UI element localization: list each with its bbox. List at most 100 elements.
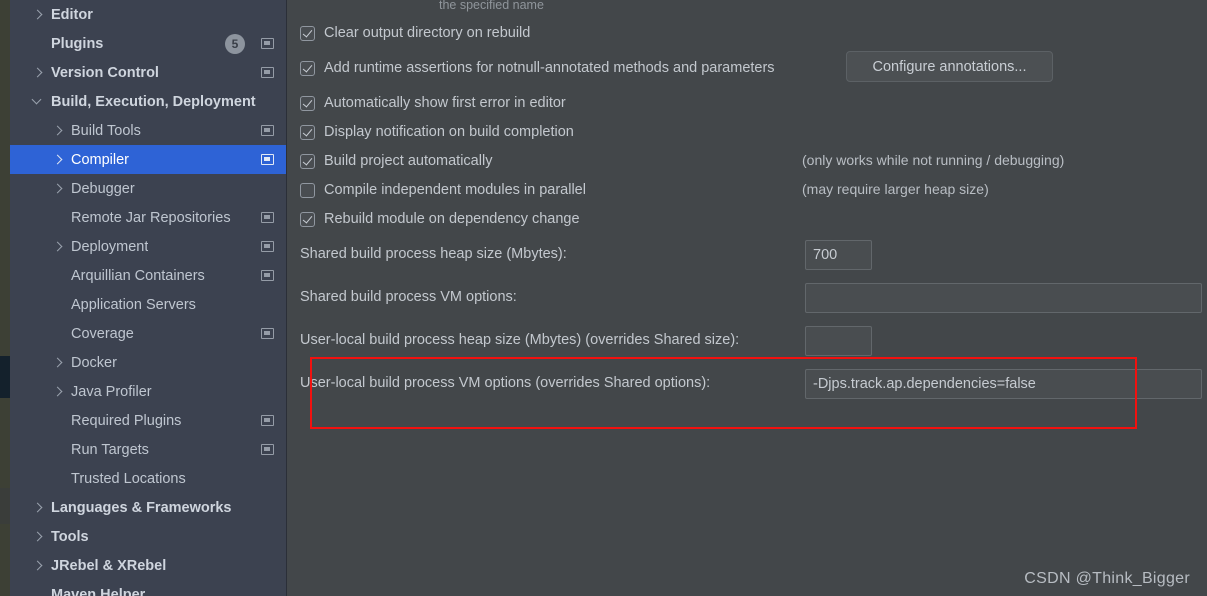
sidebar-item-jrebel-xrebel[interactable]: JRebel & XRebel bbox=[10, 551, 286, 580]
sidebar-item-label: Compiler bbox=[71, 151, 130, 168]
sidebar-item-label: Arquillian Containers bbox=[71, 267, 205, 284]
sidebar-item-label: Required Plugins bbox=[71, 412, 182, 429]
settings-sidebar-tree[interactable]: Editor Plugins 5 Version Control Build, Exec… bbox=[10, 0, 287, 596]
checkbox-checked-icon[interactable] bbox=[300, 211, 315, 227]
chevron-right-icon[interactable] bbox=[52, 124, 65, 137]
checkbox-checked-icon[interactable] bbox=[300, 25, 315, 41]
chevron-right-icon[interactable] bbox=[32, 66, 45, 79]
sidebar-item-label: Maven Helper bbox=[51, 586, 146, 596]
chevron-right-icon[interactable] bbox=[52, 385, 65, 398]
project-scope-icon bbox=[261, 444, 274, 455]
project-scope-icon bbox=[261, 212, 274, 223]
checkbox-unchecked-icon[interactable] bbox=[300, 182, 315, 198]
chevron-right-icon[interactable] bbox=[32, 559, 45, 572]
checkbox-checked-icon[interactable] bbox=[300, 124, 315, 140]
chevron-right-icon[interactable] bbox=[32, 8, 45, 21]
sidebar-item-label: Trusted Locations bbox=[71, 470, 186, 487]
sidebar-item-label: Editor bbox=[51, 6, 93, 23]
field-label: User-local build process VM options (ove… bbox=[300, 375, 711, 391]
checkbox-label: Build project automatically bbox=[324, 153, 493, 169]
edge-segment bbox=[0, 488, 10, 524]
sidebar-item-label: Build, Execution, Deployment bbox=[51, 93, 256, 110]
checkbox-label: Compile independent modules in parallel bbox=[324, 182, 586, 198]
field-label: Shared build process VM options: bbox=[300, 289, 517, 305]
editor-edge-strip bbox=[0, 0, 10, 596]
checkbox-checked-icon[interactable] bbox=[300, 60, 315, 76]
edge-segment bbox=[0, 356, 10, 398]
sidebar-item-label: Tools bbox=[51, 528, 89, 545]
configure-annotations-button[interactable]: Configure annotations... bbox=[846, 51, 1053, 82]
sidebar-item-tools[interactable]: Tools bbox=[10, 522, 286, 551]
project-scope-icon bbox=[261, 241, 274, 252]
sidebar-item-languages-frameworks[interactable]: Languages & Frameworks bbox=[10, 493, 286, 522]
checkbox-row[interactable]: Compile independent modules in parallel bbox=[300, 180, 586, 200]
sidebar-item-required-plugins[interactable]: Required Plugins bbox=[10, 406, 286, 435]
sidebar-item-deployment[interactable]: Deployment bbox=[10, 232, 286, 261]
project-scope-icon bbox=[261, 328, 274, 339]
sidebar-item-label: Application Servers bbox=[71, 296, 196, 313]
checkbox-label: Rebuild module on dependency change bbox=[324, 211, 580, 227]
checkbox-checked-icon[interactable] bbox=[300, 153, 315, 169]
checkbox-label: Automatically show first error in editor bbox=[324, 95, 566, 111]
field-label: Shared build process heap size (Mbytes): bbox=[300, 246, 567, 262]
project-scope-icon bbox=[261, 415, 274, 426]
truncated-hint-text: the specified name bbox=[439, 0, 544, 12]
sidebar-item-docker[interactable]: Docker bbox=[10, 348, 286, 377]
sidebar-item-label: Docker bbox=[71, 354, 117, 371]
sidebar-item-editor[interactable]: Editor bbox=[10, 0, 286, 29]
project-scope-icon bbox=[261, 125, 274, 136]
chevron-right-icon[interactable] bbox=[52, 182, 65, 195]
sidebar-item-version-control[interactable]: Version Control bbox=[10, 58, 286, 87]
checkbox-row[interactable]: Rebuild module on dependency change bbox=[300, 209, 580, 229]
checkbox-label: Display notification on build completion bbox=[324, 124, 574, 140]
edge-segment bbox=[0, 398, 10, 488]
watermark-text: CSDN @Think_Bigger bbox=[1024, 570, 1190, 587]
text-input[interactable] bbox=[805, 326, 872, 356]
chevron-right-icon[interactable] bbox=[32, 530, 45, 543]
checkbox-row[interactable]: Display notification on build completion bbox=[300, 122, 574, 142]
checkbox-row[interactable]: Add runtime assertions for notnull-annot… bbox=[300, 58, 775, 78]
hint-note: (may require larger heap size) bbox=[802, 181, 989, 197]
sidebar-item-build-tools[interactable]: Build Tools bbox=[10, 116, 286, 145]
edge-segment bbox=[0, 524, 10, 596]
sidebar-item-build-execution-deployment[interactable]: Build, Execution, Deployment bbox=[10, 87, 286, 116]
sidebar-item-compiler[interactable]: Compiler bbox=[10, 145, 286, 174]
sidebar-item-label: Build Tools bbox=[71, 122, 141, 139]
chevron-right-icon[interactable] bbox=[52, 356, 65, 369]
sidebar-item-arquillian-containers[interactable]: Arquillian Containers bbox=[10, 261, 286, 290]
checkbox-row[interactable]: Clear output directory on rebuild bbox=[300, 23, 530, 43]
plugins-update-badge: 5 bbox=[225, 33, 245, 54]
sidebar-item-label: Remote Jar Repositories bbox=[71, 209, 231, 226]
compiler-settings-panel: the specified name Clear output director… bbox=[288, 0, 1207, 596]
sidebar-item-remote-jar-repositories[interactable]: Remote Jar Repositories bbox=[10, 203, 286, 232]
sidebar-item-coverage[interactable]: Coverage bbox=[10, 319, 286, 348]
sidebar-item-label: Debugger bbox=[71, 180, 135, 197]
sidebar-item-label: Coverage bbox=[71, 325, 134, 342]
text-input[interactable] bbox=[805, 283, 1202, 313]
chevron-right-icon[interactable] bbox=[32, 501, 45, 514]
sidebar-item-run-targets[interactable]: Run Targets bbox=[10, 435, 286, 464]
sidebar-item-trusted-locations[interactable]: Trusted Locations bbox=[10, 464, 286, 493]
sidebar-item-plugins[interactable]: Plugins 5 bbox=[10, 29, 286, 58]
checkbox-row[interactable]: Build project automatically bbox=[300, 151, 492, 171]
chevron-right-icon[interactable] bbox=[52, 240, 65, 253]
text-input[interactable]: -Djps.track.ap.dependencies=false bbox=[805, 369, 1202, 399]
sidebar-item-java-profiler[interactable]: Java Profiler bbox=[10, 377, 286, 406]
sidebar-item-application-servers[interactable]: Application Servers bbox=[10, 290, 286, 319]
checkbox-row[interactable]: Automatically show first error in editor bbox=[300, 93, 566, 113]
project-scope-icon bbox=[261, 270, 274, 281]
checkbox-checked-icon[interactable] bbox=[300, 95, 315, 111]
chevron-right-icon[interactable] bbox=[52, 153, 65, 166]
sidebar-item-debugger[interactable]: Debugger bbox=[10, 174, 286, 203]
sidebar-item-maven-helper[interactable]: Maven Helper bbox=[10, 580, 286, 596]
chevron-down-icon[interactable] bbox=[32, 95, 45, 108]
text-input[interactable]: 700 bbox=[805, 240, 872, 270]
